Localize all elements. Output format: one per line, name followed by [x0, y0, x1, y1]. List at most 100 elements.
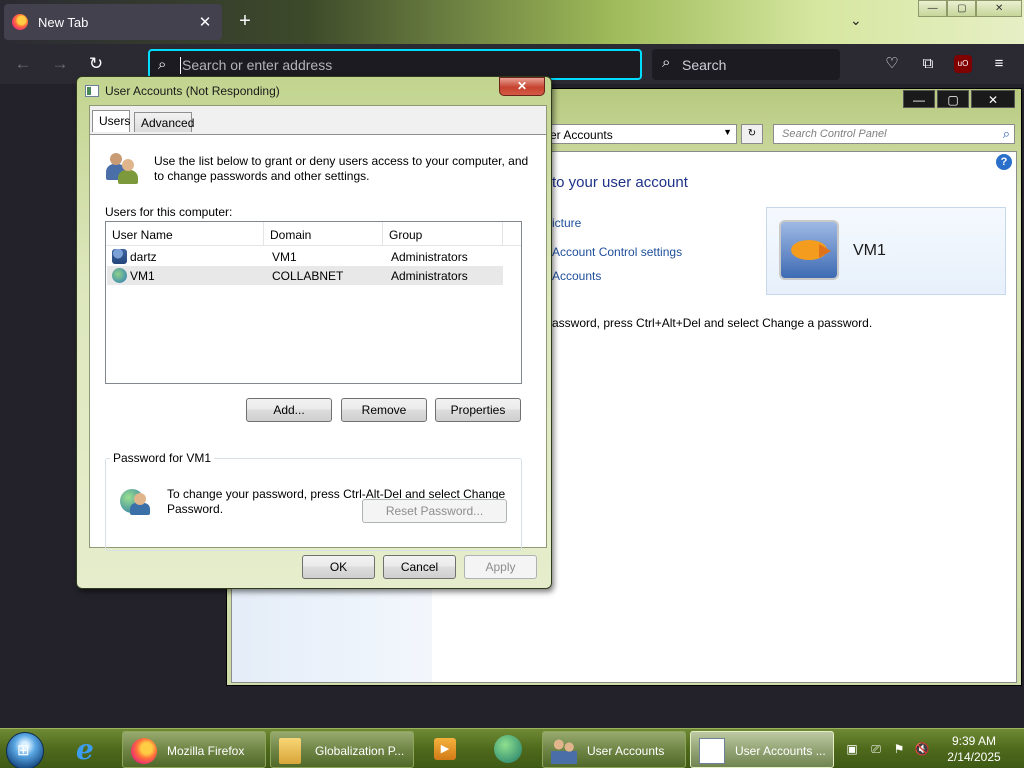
search-placeholder: Search Control Panel — [782, 128, 887, 140]
maximize-button[interactable]: ▢ — [937, 90, 969, 108]
password-hint-text: assword, press Ctrl+Alt+Del and select C… — [552, 316, 873, 330]
column-user-name[interactable]: User Name — [106, 222, 264, 246]
user-icon — [112, 249, 127, 264]
search-icon[interactable]: ⌕ — [1003, 126, 1010, 142]
users-list[interactable]: User Name Domain Group dartz VM1 Adminis… — [105, 221, 522, 384]
network-icon[interactable]: ⎚ — [868, 741, 884, 757]
search-icon: ⌕ — [662, 54, 671, 71]
user-name: dartz — [130, 250, 157, 264]
link-uac-settings[interactable]: Account Control settings — [552, 245, 682, 259]
user-accounts-icon — [85, 85, 99, 97]
back-arrow-icon[interactable]: ← — [12, 53, 34, 75]
globe-app-icon[interactable] — [488, 731, 526, 768]
help-icon[interactable]: ? — [996, 154, 1012, 170]
cancel-button[interactable]: Cancel — [383, 555, 456, 579]
taskbar-label: User Accounts — [587, 744, 665, 758]
column-domain[interactable]: Domain — [264, 222, 383, 246]
search-bar[interactable]: ⌕ Search — [652, 49, 840, 80]
reload-icon[interactable]: ↻ — [85, 53, 107, 75]
start-button[interactable]: ⊞ — [6, 732, 44, 768]
internet-explorer-icon[interactable]: e — [70, 731, 108, 768]
action-center-flag-icon[interactable]: ⚑ — [891, 741, 907, 757]
taskbar-item-user-accounts[interactable]: User Accounts — [542, 731, 686, 768]
control-panel-icon — [699, 738, 725, 764]
taskbar-label: User Accounts ... — [735, 744, 826, 758]
clock-date: 2/14/2025 — [947, 750, 1001, 764]
remove-button[interactable]: Remove — [341, 398, 427, 422]
address-placeholder: Search or enter address — [182, 57, 333, 73]
table-row[interactable]: VM1 COLLABNET Administrators — [107, 266, 503, 285]
maximize-button[interactable]: ▢ — [947, 0, 977, 17]
dialog-body: Users Advanced Use the list below to gra… — [89, 105, 547, 551]
taskbar: ⊞ e Mozilla Firefox Globalization P... ▶… — [0, 728, 1024, 768]
list-all-tabs-icon[interactable]: ⌄ — [850, 12, 862, 29]
taskbar-label: Mozilla Firefox — [167, 744, 245, 758]
users-icon — [551, 738, 577, 764]
clock[interactable]: 9:39 AM 2/14/2025 — [938, 733, 1010, 765]
minimize-button[interactable]: — — [918, 0, 948, 17]
pocket-icon[interactable]: ♡ — [881, 53, 903, 75]
taskbar-item-firefox[interactable]: Mozilla Firefox — [122, 731, 266, 768]
users-tab-panel: Use the list below to grant or deny user… — [90, 134, 546, 551]
tab-advanced[interactable]: Advanced — [134, 112, 194, 132]
intro-text: Use the list below to grant or deny user… — [154, 154, 529, 183]
user-group: Administrators — [391, 250, 468, 264]
firefox-icon — [131, 738, 157, 764]
firefox-icon — [12, 14, 28, 30]
user-accounts-dialog: User Accounts (Not Responding) ✕ Users A… — [76, 76, 552, 589]
page-heading: to your user account — [552, 174, 688, 191]
user-domain: VM1 — [272, 250, 297, 264]
table-row[interactable]: dartz VM1 Administrators — [107, 247, 503, 266]
properties-button[interactable]: Properties — [435, 398, 521, 422]
close-tab-icon[interactable]: ✕ — [196, 13, 214, 31]
account-name: VM1 — [853, 242, 886, 259]
account-card: VM1 — [766, 207, 1006, 295]
account-picture — [779, 220, 839, 280]
tab-users[interactable]: Users — [92, 110, 130, 132]
search-icon: ⌕ — [158, 56, 167, 73]
close-button[interactable]: ✕ — [971, 90, 1015, 108]
forward-arrow-icon[interactable]: → — [49, 53, 71, 75]
domain-user-icon — [112, 268, 127, 283]
folder-icon — [279, 738, 301, 764]
control-panel-address-bar[interactable]: er Accounts ▼ — [537, 124, 737, 144]
fish-tail — [819, 244, 831, 258]
password-icon — [120, 485, 150, 515]
clock-time: 9:39 AM — [951, 734, 997, 748]
browser-tab-strip: New Tab ✕ + ⌄ — ▢ ✕ — [0, 0, 1024, 44]
add-button[interactable]: Add... — [246, 398, 332, 422]
reset-password-button[interactable]: Reset Password... — [362, 499, 507, 523]
address-text: er Accounts — [550, 128, 613, 142]
volume-muted-icon[interactable]: 🔇 — [914, 741, 930, 757]
extensions-icon[interactable]: ⧉ — [917, 53, 939, 75]
close-window-button[interactable]: ✕ — [976, 0, 1022, 17]
list-header: User Name Domain Group — [106, 222, 521, 246]
refresh-icon[interactable]: ↻ — [741, 124, 763, 144]
chevron-down-icon[interactable]: ▼ — [723, 127, 732, 137]
taskbar-label: Globalization P... — [315, 744, 405, 758]
column-group[interactable]: Group — [383, 222, 503, 246]
minimize-button[interactable]: — — [903, 90, 935, 108]
menu-hamburger-icon[interactable]: ≡ — [988, 53, 1010, 75]
media-player-icon[interactable]: ▶ — [426, 731, 464, 768]
dialog-title: User Accounts (Not Responding) — [105, 84, 280, 98]
search-placeholder: Search — [682, 57, 727, 73]
users-list-label: Users for this computer: — [105, 205, 233, 219]
tab-new-tab[interactable]: New Tab ✕ — [4, 4, 222, 40]
user-domain: COLLABNET — [272, 269, 344, 283]
tab-title: New Tab — [38, 14, 89, 30]
close-button[interactable]: ✕ — [499, 77, 545, 96]
control-panel-search-input[interactable]: Search Control Panel ⌕ — [773, 124, 1015, 144]
nvidia-icon[interactable]: ▣ — [844, 741, 860, 757]
taskbar-item-globalization[interactable]: Globalization P... — [270, 731, 414, 768]
link-manage-accounts[interactable]: Accounts — [552, 269, 601, 283]
apply-button[interactable]: Apply — [464, 555, 537, 579]
link-change-picture[interactable]: icture — [552, 216, 581, 230]
taskbar-item-user-accounts-dialog[interactable]: User Accounts ... — [690, 731, 834, 768]
ublock-origin-icon[interactable]: uO — [954, 55, 972, 73]
password-group-label: Password for VM1 — [110, 451, 215, 465]
new-tab-button[interactable]: + — [234, 10, 256, 33]
tab-strip: Users Advanced — [90, 110, 546, 134]
ok-button[interactable]: OK — [302, 555, 375, 579]
user-name: VM1 — [130, 269, 155, 283]
